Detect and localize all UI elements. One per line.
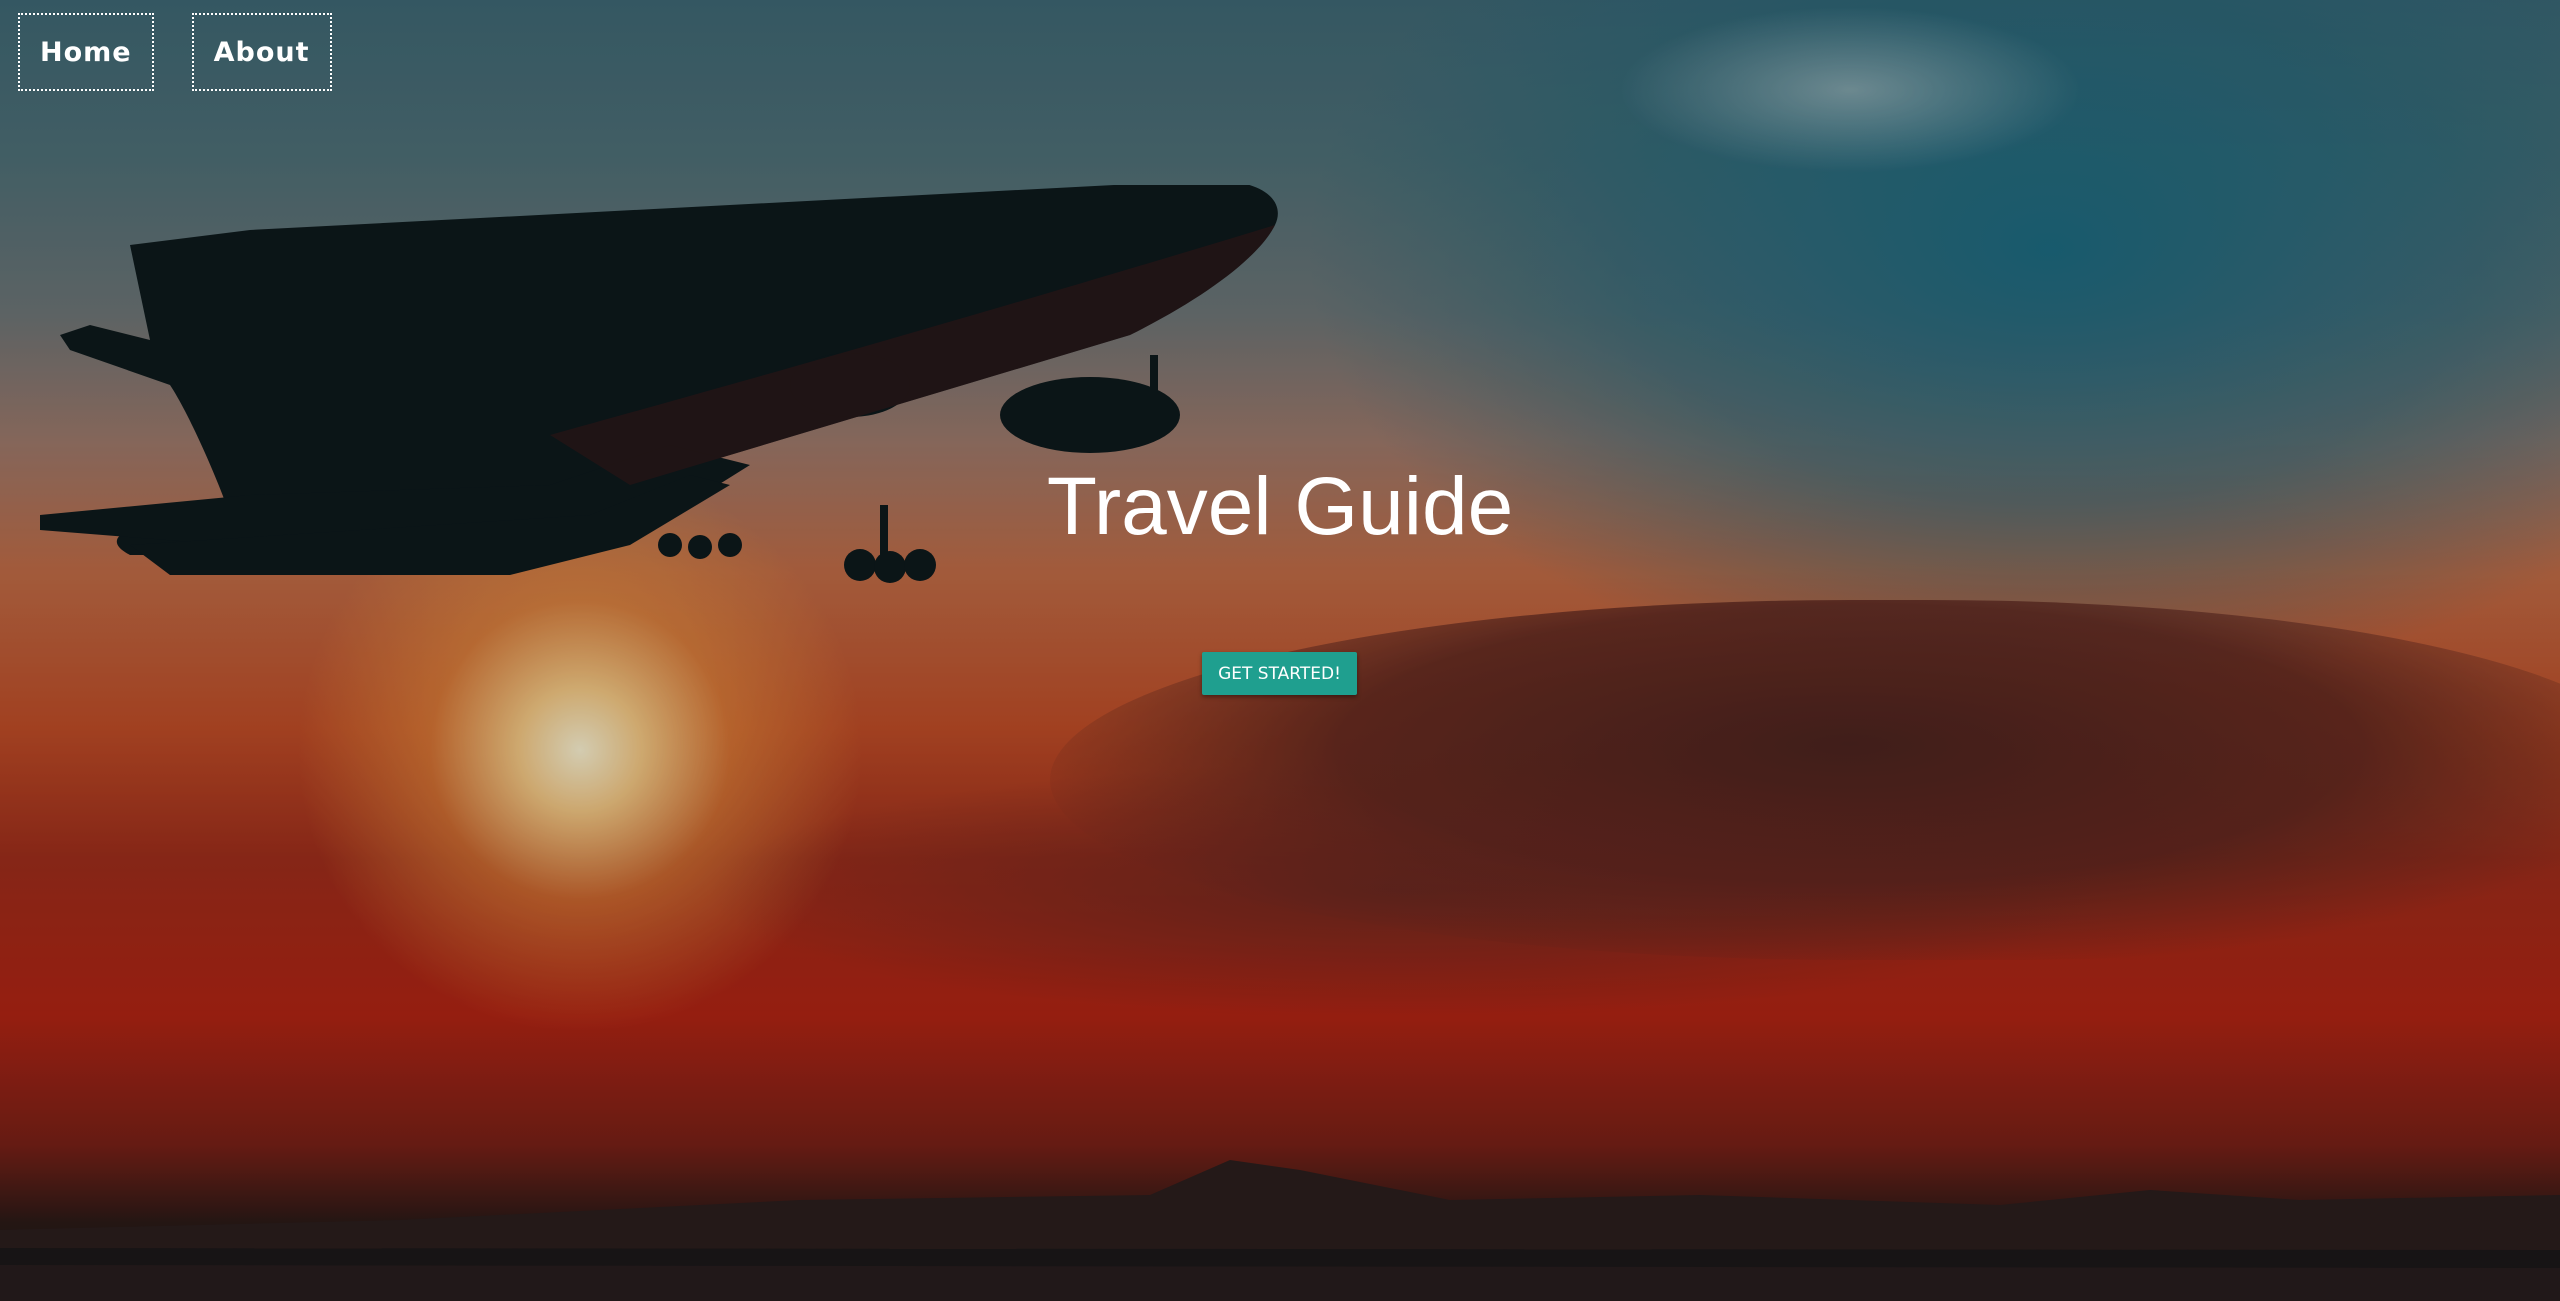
nav-about-link[interactable]: About (191, 13, 332, 91)
hero-background (0, 0, 2560, 1301)
background-overlay (0, 0, 2560, 1301)
page-title: Travel Guide (1046, 461, 1514, 552)
get-started-button[interactable]: GET STARTED! (1202, 652, 1357, 695)
nav-home-link[interactable]: Home (18, 13, 154, 91)
top-navigation: Home About (18, 13, 332, 91)
